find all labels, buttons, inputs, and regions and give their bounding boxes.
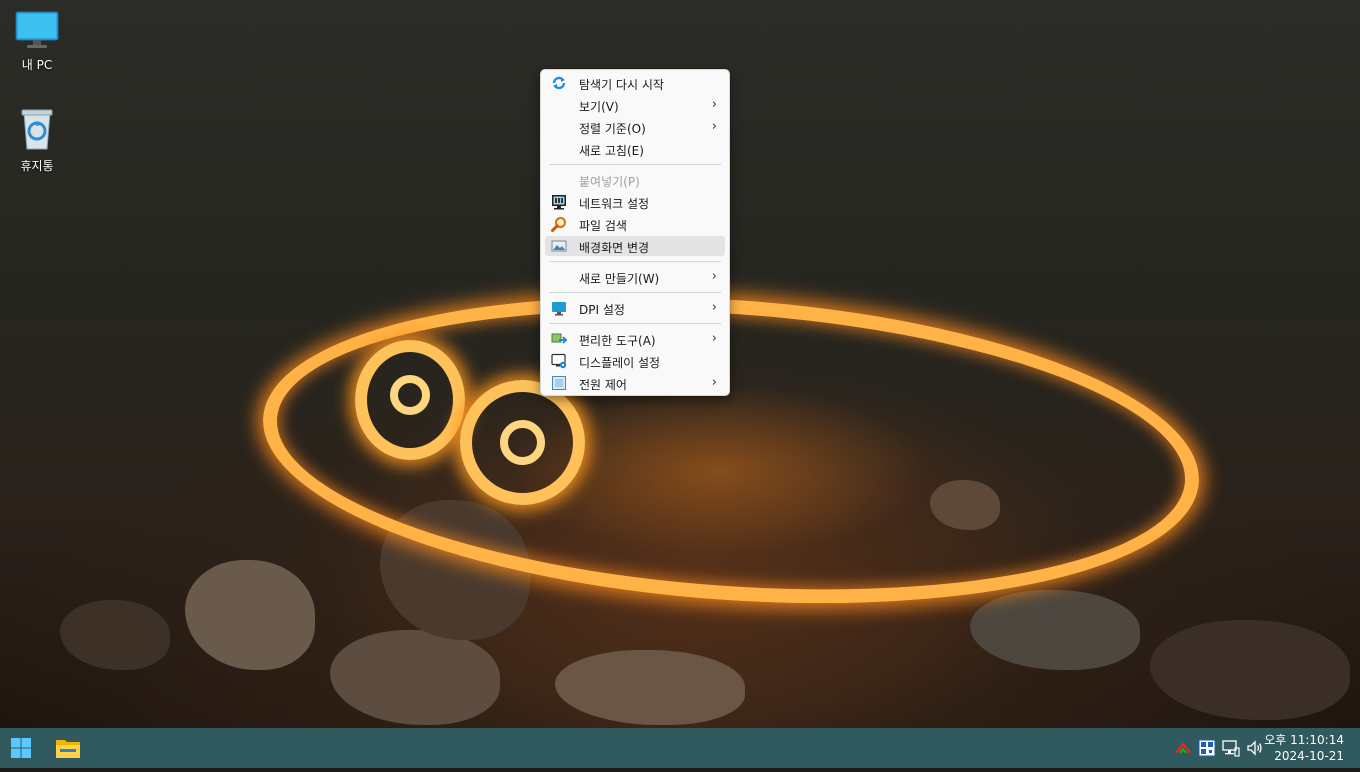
menu-item-dpi-settings[interactable]: DPI 설정 › [545,298,725,318]
taskbar: 오후 11:10:14 2024-10-21 [0,728,1360,768]
menu-item-paste: 붙여넣기(P) [545,170,725,190]
wallpaper-rock [185,560,315,670]
clock-date: 2024-10-21 [1274,749,1344,763]
submenu-arrow-icon: › [711,375,717,390]
wallpaper-rock [1150,620,1350,720]
menu-item-label: 보기(V) [579,100,619,114]
display-icon [552,302,566,316]
menu-item-power-control[interactable]: 전원 제어 › [545,373,725,393]
network-status-icon[interactable] [1222,739,1240,757]
menu-item-label: 정렬 기준(O) [579,122,646,136]
taskbar-file-explorer[interactable] [48,728,88,768]
menu-item-label: 디스플레이 설정 [579,356,661,370]
menu-separator [549,261,721,262]
menu-item-new[interactable]: 새로 만들기(W) › [545,267,725,287]
fire-spiral-core [500,420,545,465]
monitor-icon [15,11,59,48]
submenu-arrow-icon: › [711,119,717,134]
recycle-bin-icon [21,109,53,150]
submenu-arrow-icon: › [711,331,717,346]
menu-item-network-settings[interactable]: 네트워크 설정 [545,192,725,212]
desktop-icon-label: 휴지통 [20,159,54,173]
menu-item-restart-explorer[interactable]: 탐색기 다시 시작 [545,73,725,93]
menu-item-view[interactable]: 보기(V) › [545,95,725,115]
submenu-arrow-icon: › [711,97,717,112]
windows-start-icon [11,738,31,758]
menu-separator [549,323,721,324]
fire-spiral-core [390,375,430,415]
clock-time: 오후 11:10:14 [1264,733,1344,747]
wallpaper-rock [60,600,170,670]
wallpaper-rock [555,650,745,725]
desktop-icon-recycle-bin[interactable]: 휴지통 [2,107,72,174]
volume-icon[interactable] [1246,739,1264,757]
wallpaper-icon [551,240,567,252]
desktop-context-menu: 탐색기 다시 시작 보기(V) › 정렬 기준(O) › 새로 고침(E) 붙여… [540,69,730,396]
menu-item-label: 네트워크 설정 [579,197,650,211]
display-settings-icon [551,353,567,369]
tools-icon [551,333,567,344]
menu-item-label: 탐색기 다시 시작 [579,78,664,92]
menu-item-sort-by[interactable]: 정렬 기준(O) › [545,117,725,137]
qr-app-icon[interactable] [1198,739,1216,757]
menu-item-handy-tools[interactable]: 편리한 도구(A) › [545,329,725,349]
wallpaper-rock [970,590,1140,670]
magnifier-icon [551,216,567,232]
menu-item-label: 새로 고침(E) [579,144,644,158]
power-icon [552,376,566,390]
submenu-arrow-icon: › [711,300,717,315]
menu-item-label: 전원 제어 [579,378,627,392]
wallpaper-rock [330,630,500,725]
menu-item-change-wallpaper[interactable]: 배경화면 변경 [545,236,725,256]
menu-item-label: 새로 만들기(W) [579,272,660,286]
network-icon [552,195,566,210]
refresh-icon [552,76,566,90]
menu-item-label: DPI 설정 [579,303,625,317]
upload-arrow-icon[interactable] [1174,739,1192,757]
taskbar-clock[interactable]: 오후 11:10:14 2024-10-21 [1264,732,1344,764]
menu-item-file-search[interactable]: 파일 검색 [545,214,725,234]
desktop-icon-my-pc[interactable]: 내 PC [2,10,72,73]
desktop-icon-label: 내 PC [21,58,53,72]
menu-separator [549,292,721,293]
start-button[interactable] [1,728,41,768]
menu-item-label: 붙여넣기(P) [579,175,640,189]
menu-item-refresh[interactable]: 새로 고침(E) [545,139,725,159]
menu-item-label: 편리한 도구(A) [579,334,656,348]
menu-item-display-settings[interactable]: 디스플레이 설정 [545,351,725,371]
menu-item-label: 파일 검색 [579,219,627,233]
menu-separator [549,164,721,165]
submenu-arrow-icon: › [711,269,717,284]
file-explorer-icon [56,740,80,758]
menu-item-label: 배경화면 변경 [579,241,650,255]
